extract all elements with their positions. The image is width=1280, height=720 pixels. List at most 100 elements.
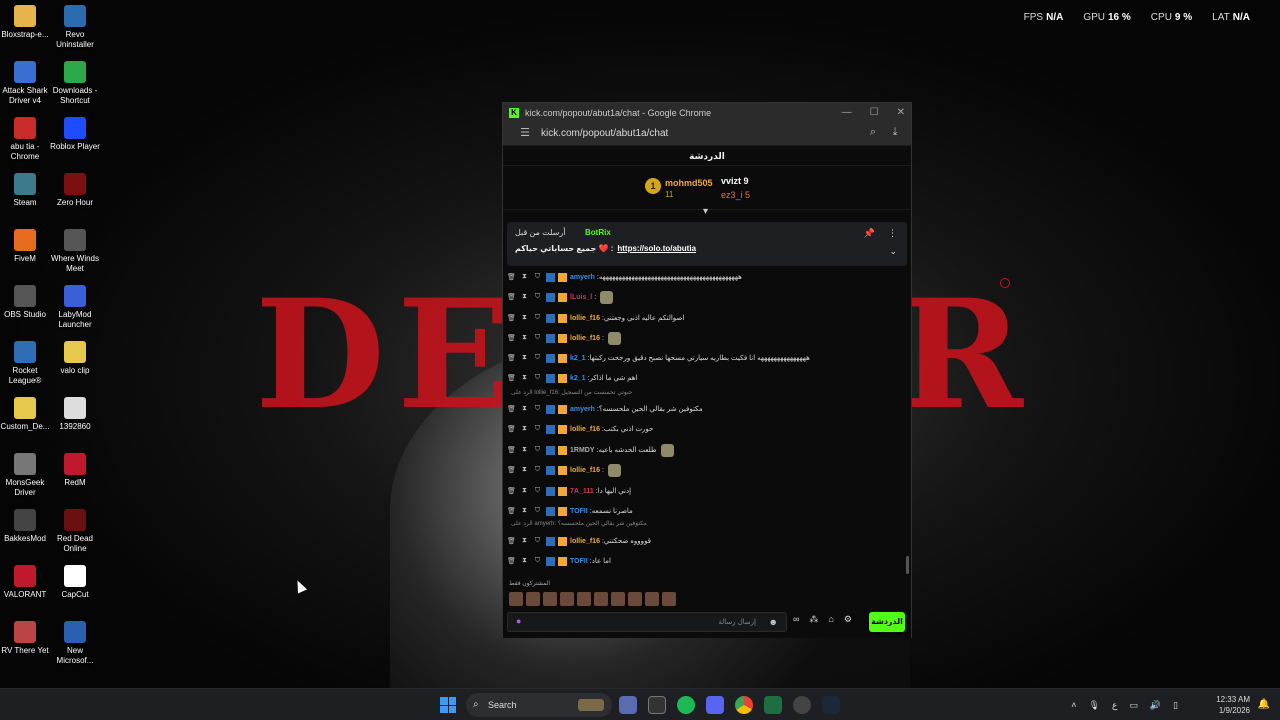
- desktop-icon[interactable]: RedM: [49, 453, 101, 488]
- chat-username[interactable]: lollie_f16: [570, 538, 600, 545]
- chat-send-button[interactable]: الدردشة: [869, 612, 905, 632]
- chat-message[interactable]: 🗑 ⧗ ⛉ k2_1: هههههههههههههههه انا فكيت بطاري…: [507, 351, 903, 365]
- avatar[interactable]: [560, 592, 574, 606]
- delete-icon[interactable]: 🗑: [507, 446, 516, 454]
- chat-message[interactable]: 🗑 ⧗ ⛉ k2_1: اهم شي ما اذاكر: [507, 371, 903, 385]
- avatar[interactable]: [577, 592, 591, 606]
- delete-icon[interactable]: 🗑: [507, 537, 516, 545]
- emotes-icon[interactable]: ⁂: [809, 614, 818, 625]
- pin-icon[interactable]: 📌: [864, 228, 875, 239]
- chat-username[interactable]: 1RMDY: [570, 447, 595, 454]
- desktop-icon[interactable]: Where Winds Meet: [49, 229, 101, 274]
- delete-icon[interactable]: 🗑: [507, 466, 516, 474]
- delete-icon[interactable]: 🗑: [507, 374, 516, 382]
- delete-icon[interactable]: 🗑: [507, 314, 516, 322]
- chat-username[interactable]: lollie_f16: [570, 426, 600, 433]
- timeout-icon[interactable]: ⧗: [520, 487, 529, 495]
- mic-icon[interactable]: 🎙: [1089, 700, 1100, 711]
- reply-context[interactable]: الرد على amyerh: مكتوفين شر بقالي الحين …: [511, 520, 647, 530]
- zoom-icon[interactable]: ⌕: [865, 126, 881, 142]
- chat-username[interactable]: 7A_111: [570, 488, 594, 495]
- battery-icon[interactable]: ▯: [1173, 700, 1178, 711]
- chat-scrollbar[interactable]: [906, 556, 909, 574]
- timeout-icon[interactable]: ⧗: [520, 405, 529, 413]
- avatar[interactable]: [645, 592, 659, 606]
- network-icon[interactable]: ▭: [1129, 700, 1138, 711]
- store-icon[interactable]: ⌂: [828, 614, 833, 625]
- chat-message[interactable]: 🗑 ⧗ ⛉ lLuis_l:: [507, 290, 903, 304]
- excel-icon[interactable]: [764, 696, 782, 714]
- timeout-icon[interactable]: ⧗: [520, 293, 529, 301]
- desktop-icon[interactable]: Downloads - Shortcut: [49, 61, 101, 106]
- chevron-up-icon[interactable]: ˄: [1071, 700, 1076, 710]
- minimize-button[interactable]: —: [842, 107, 852, 118]
- timeout-icon[interactable]: ⧗: [520, 446, 529, 454]
- desktop-icon[interactable]: 1392860: [49, 397, 101, 432]
- ban-icon[interactable]: ⛉: [533, 273, 542, 281]
- chat-message[interactable]: 🗑 ⧗ ⛉ lollie_f16:: [507, 331, 903, 345]
- scroll-down-icon[interactable]: ▾: [703, 206, 708, 217]
- chat-username[interactable]: amyerh: [570, 406, 595, 413]
- ban-icon[interactable]: ⛉: [533, 537, 542, 545]
- delete-icon[interactable]: 🗑: [507, 507, 516, 515]
- desktop-icon[interactable]: New Microsof...: [49, 621, 101, 666]
- infinity-icon[interactable]: ∞: [793, 614, 799, 625]
- chat-username[interactable]: k2_1: [570, 355, 586, 362]
- ban-icon[interactable]: ⛉: [533, 466, 542, 474]
- chat-input[interactable]: ● إرسال رسالة ☻: [507, 612, 787, 632]
- timeout-icon[interactable]: ⧗: [520, 273, 529, 281]
- avatar[interactable]: [594, 592, 608, 606]
- avatar[interactable]: [611, 592, 625, 606]
- chat-username[interactable]: lollie_f16: [570, 335, 600, 342]
- chat-username[interactable]: lollie_f16: [570, 467, 600, 474]
- timeout-icon[interactable]: ⧗: [520, 314, 529, 322]
- emoji-icon[interactable]: ☻: [769, 617, 778, 627]
- avatar[interactable]: [543, 592, 557, 606]
- desktop-icon[interactable]: CapCut: [49, 565, 101, 600]
- chat-message[interactable]: 🗑 ⧗ ⛉ TOFII: ماصرنا نسمعه: [507, 504, 903, 518]
- chat-username[interactable]: TOFII: [570, 508, 588, 515]
- desktop-icon[interactable]: BakkesMod: [0, 509, 51, 544]
- ban-icon[interactable]: ⛉: [533, 507, 542, 515]
- chat-message[interactable]: 🗑 ⧗ ⛉ amyerh: ههههههههههههههههههههههههههههه…: [507, 270, 903, 284]
- desktop-icon[interactable]: Zero Hour: [49, 173, 101, 208]
- timeout-icon[interactable]: ⧗: [520, 354, 529, 362]
- delete-icon[interactable]: 🗑: [507, 405, 516, 413]
- url-text[interactable]: kick.com/popout/abut1a/chat: [541, 128, 859, 139]
- desktop-icon[interactable]: Revo Uninstaller: [49, 5, 101, 50]
- notification-icon[interactable]: 🔔: [1258, 699, 1270, 710]
- desktop-icon[interactable]: valo clip: [49, 341, 101, 376]
- leader-second-name[interactable]: vvizt: [721, 176, 741, 186]
- ban-icon[interactable]: ⛉: [533, 314, 542, 322]
- timeout-icon[interactable]: ⧗: [520, 537, 529, 545]
- pinned-user[interactable]: BotRix: [585, 228, 611, 237]
- avatar[interactable]: [628, 592, 642, 606]
- delete-icon[interactable]: 🗑: [507, 293, 516, 301]
- desktop-icon[interactable]: LabyMod Launcher: [49, 285, 101, 330]
- chat-message[interactable]: 🗑 ⧗ ⛉ lollie_f16: حورت اذني بكتب: [507, 422, 903, 436]
- spotify-icon[interactable]: [677, 696, 695, 714]
- ban-icon[interactable]: ⛉: [533, 374, 542, 382]
- app-icon[interactable]: [619, 696, 637, 714]
- ban-icon[interactable]: ⛉: [533, 557, 542, 565]
- desktop-icon[interactable]: FiveM: [0, 229, 51, 264]
- desktop-icon[interactable]: Rocket League®: [0, 341, 51, 386]
- maximize-button[interactable]: ☐: [870, 107, 879, 118]
- desktop-icon[interactable]: Custom_De...: [0, 397, 51, 432]
- site-info-icon[interactable]: ☰: [517, 126, 533, 142]
- chat-username[interactable]: k2_1: [570, 375, 586, 382]
- discord-icon[interactable]: [706, 696, 724, 714]
- desktop-icon[interactable]: RV There Yet: [0, 621, 51, 656]
- start-icon[interactable]: [440, 697, 456, 713]
- delete-icon[interactable]: 🗑: [507, 273, 516, 281]
- chat-message[interactable]: 🗑 ⧗ ⛉ lollie_f16:: [507, 463, 903, 477]
- steam-icon[interactable]: [822, 696, 840, 714]
- chrome-window[interactable]: K kick.com/popout/abut1a/chat - Google C…: [502, 102, 912, 638]
- language-indicator[interactable]: ع: [1112, 700, 1117, 711]
- delete-icon[interactable]: 🗑: [507, 487, 516, 495]
- volume-icon[interactable]: 🔊: [1150, 700, 1161, 711]
- desktop-icon[interactable]: MonsGeek Driver: [0, 453, 51, 498]
- chat-message[interactable]: 🗑 ⧗ ⛉ 7A_111: إدني اليها دا: [507, 484, 903, 498]
- ban-icon[interactable]: ⛉: [533, 405, 542, 413]
- leader-first-name[interactable]: mohmd505: [665, 178, 713, 188]
